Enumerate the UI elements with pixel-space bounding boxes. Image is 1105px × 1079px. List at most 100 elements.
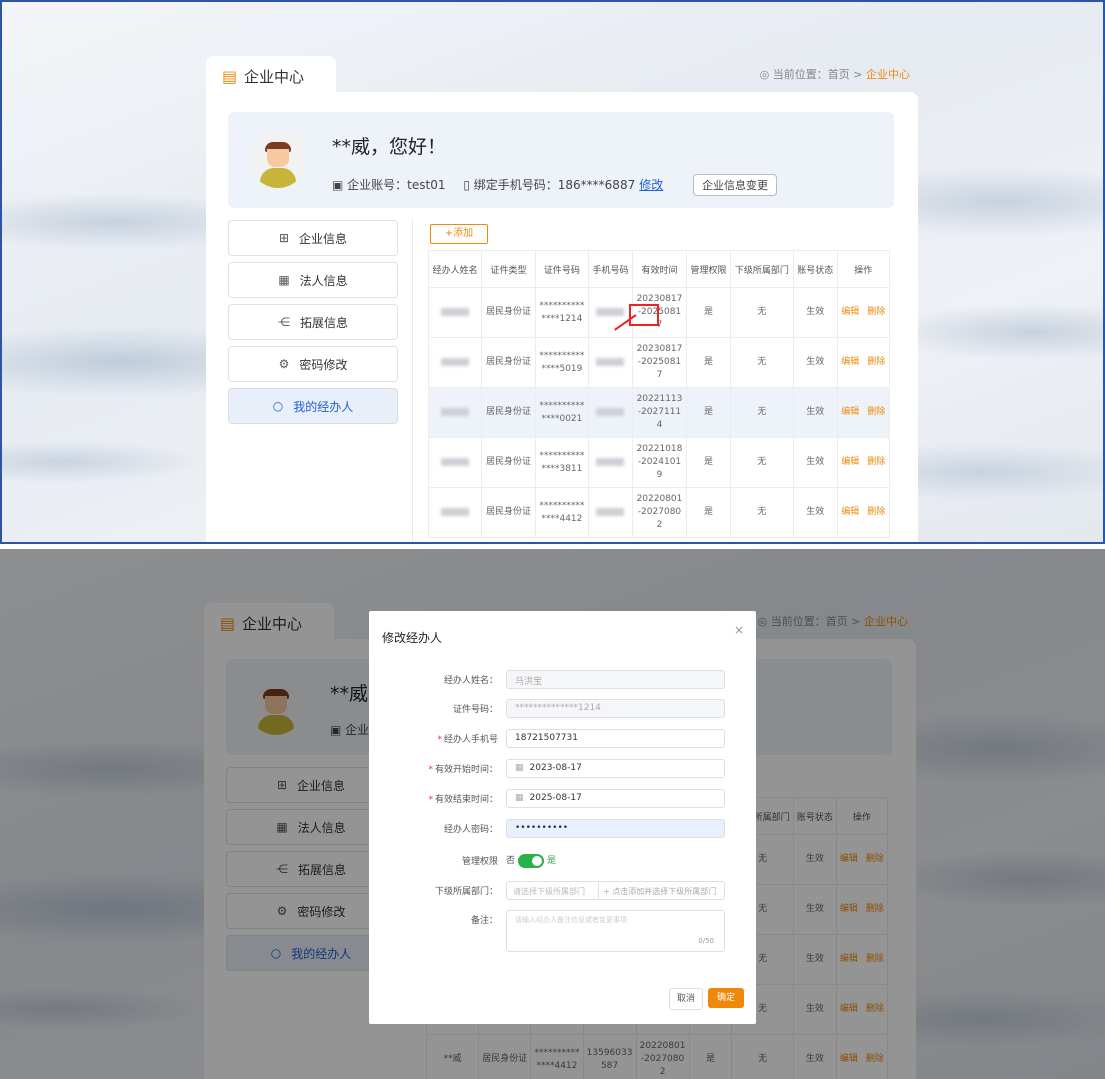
building-icon: ▤ — [222, 67, 238, 86]
cell-status: 生效 — [792, 487, 838, 538]
cell-id-no: ********** ****5019 — [534, 337, 590, 388]
breadcrumb-home[interactable]: 首页 — [828, 68, 850, 81]
remark-textarea[interactable]: 请输入经办人备注信息或者变更事项 0/50 — [506, 910, 725, 952]
sidebar-item-enterprise[interactable]: ⊞ 企业信息 — [228, 220, 398, 256]
admin-toggle[interactable] — [518, 853, 545, 868]
account-value: test01 — [407, 178, 446, 192]
gear-icon: ⚙ — [278, 357, 290, 371]
id-card-icon: ▦ — [278, 273, 290, 287]
screenshot-top: ▤ 企业中心 ◎ 当前位置：首页 > 企业中心 **威，您好！ ▣ 企业账号：t… — [0, 0, 1105, 544]
cell-id-type: 居民身份证 — [481, 437, 536, 488]
cancel-button[interactable]: 取消 — [669, 988, 703, 1010]
blurred-name — [441, 307, 470, 316]
form-row-idno: 证件号码： **************1214 — [369, 699, 756, 719]
id-number-field[interactable]: **************1214 — [506, 699, 725, 718]
sidebar-item-legal[interactable]: ▦ 法人信息 — [228, 262, 398, 298]
form-row-phone: * 经办人手机号 18721507731 — [369, 729, 756, 749]
start-label: * 有效开始时间： — [428, 765, 498, 775]
delete-button[interactable]: 删除 — [867, 407, 885, 417]
edit-button[interactable]: 编辑 — [841, 457, 859, 467]
table-row: 居民身份证 ********** ****3811 20221018 -202410… — [427, 437, 891, 488]
enterprise-change-button[interactable]: 企业信息变更 — [693, 174, 778, 196]
breadcrumb-label: 当前位置： — [772, 68, 828, 81]
cell-actions: 编辑 删除 — [836, 287, 891, 338]
page-title: 企业中心 — [244, 68, 305, 86]
add-agent-button[interactable]: +添加 — [430, 224, 488, 244]
dept-select[interactable]: 请选择下级所属部门 — [506, 881, 598, 900]
agent-name-field[interactable]: 马洪宝 — [506, 670, 725, 689]
modal-title: 修改经办人 — [382, 631, 443, 645]
add-dept-button[interactable]: + 点击添加并选择下级所属部门 — [598, 881, 725, 900]
form-row-end: * 有效结束时间： ▦ 2025-08-17 — [369, 789, 756, 809]
dept-label: 下级所属部门： — [434, 887, 498, 897]
col-header: 证件类型 — [481, 250, 536, 288]
cell-id-no: ********** ****1214 — [534, 287, 590, 338]
cell-dept: 无 — [729, 387, 794, 438]
end-label: * 有效结束时间： — [428, 795, 498, 805]
end-date-field[interactable]: ▦ 2025-08-17 — [506, 789, 725, 808]
form-row-password: 经办人密码： •••••••••• — [369, 819, 756, 839]
table-row: 居民身份证 ********** ****1214 20230817 -202508… — [427, 287, 891, 338]
phone-field[interactable]: 18721507731 — [506, 729, 725, 748]
remark-placeholder: 请输入经办人备注信息或者变更事项 — [515, 916, 627, 924]
modify-phone-link[interactable]: 修改 — [639, 178, 663, 192]
cell-admin: 是 — [686, 287, 731, 338]
blurred-phone — [596, 507, 625, 516]
cell-status: 生效 — [792, 387, 838, 438]
delete-button[interactable]: 删除 — [867, 357, 885, 367]
account-icon: ▣ — [332, 178, 348, 192]
col-header: 有效时间 — [631, 250, 688, 288]
screenshot-bottom: ▤ 企业中心 ◎ 当前位置：首页 > 企业中心 **威，您好！ ▣ 企业账号：t… — [0, 549, 1105, 1079]
cell-admin: 是 — [686, 437, 731, 488]
delete-button[interactable]: 删除 — [867, 507, 885, 517]
account-label: 企业账号： — [347, 178, 408, 192]
main-card: **威，您好！ ▣ 企业账号：test01 ▯ 绑定手机号码：186****68… — [206, 92, 918, 542]
close-icon[interactable]: × — [734, 623, 744, 637]
blurred-name — [441, 407, 470, 416]
breadcrumb-current: 企业中心 — [866, 68, 910, 81]
col-header: 经办人姓名 — [427, 250, 483, 288]
table-row: 居民身份证 ********** ****4412 20220801 -202708… — [427, 487, 891, 538]
sidebar-item-label: 密码修改 — [299, 357, 348, 372]
sidebar-item-extend[interactable]: ⋲ 拓展信息 — [228, 304, 398, 340]
blurred-phone — [596, 407, 625, 416]
start-date-field[interactable]: ▦ 2023-08-17 — [506, 759, 725, 778]
edit-button[interactable]: 编辑 — [841, 407, 859, 417]
cell-actions: 编辑 删除 — [836, 337, 891, 388]
enterprise-panel: ▤ 企业中心 ◎ 当前位置：首页 > 企业中心 **威，您好！ ▣ 企业账号：t… — [206, 44, 918, 542]
delete-button[interactable]: 删除 — [867, 307, 885, 317]
cell-admin: 是 — [686, 487, 731, 538]
cell-id-type: 居民身份证 — [481, 287, 536, 338]
cell-dept: 无 — [729, 437, 794, 488]
col-header: 下级所属部门 — [729, 250, 794, 288]
cell-actions: 编辑 删除 — [836, 487, 891, 538]
cell-id-type: 居民身份证 — [481, 487, 536, 538]
sidebar-item-password[interactable]: ⚙ 密码修改 — [228, 346, 398, 382]
edit-button[interactable]: 编辑 — [841, 307, 859, 317]
cell-admin: 是 — [686, 337, 731, 388]
delete-button[interactable]: 删除 — [867, 457, 885, 467]
cell-status: 生效 — [792, 287, 838, 338]
form-row-dept: 下级所属部门： 请选择下级所属部门 + 点击添加并选择下级所属部门 — [369, 881, 756, 901]
sidebar-item-agents[interactable]: ○ 我的经办人 — [228, 388, 398, 424]
password-field[interactable]: •••••••••• — [506, 819, 725, 838]
cell-valid: 20230817 -2025081 7 — [631, 337, 688, 388]
col-header: 操作 — [836, 250, 891, 288]
phone-value: 186****6887 — [557, 178, 636, 192]
confirm-button[interactable]: 确定 — [708, 988, 744, 1008]
form-row-remark: 备注： 请输入经办人备注信息或者变更事项 0/50 — [369, 910, 756, 952]
sidebar-item-label: 拓展信息 — [299, 315, 348, 330]
toggle-on-label: 是 — [547, 856, 557, 866]
breadcrumb-sep: > — [853, 68, 863, 81]
page-tab: ▤ 企业中心 — [206, 56, 336, 94]
edit-button[interactable]: 编辑 — [841, 507, 859, 517]
name-label: 经办人姓名： — [443, 676, 498, 686]
edit-button[interactable]: 编辑 — [841, 357, 859, 367]
refresh-icon: ○ — [272, 399, 284, 413]
cell-admin: 是 — [686, 387, 731, 438]
blurred-phone — [596, 357, 625, 366]
blurred-phone — [596, 307, 625, 316]
avatar — [250, 132, 306, 188]
col-header: 管理权限 — [686, 250, 731, 288]
col-header: 手机号码 — [588, 250, 633, 288]
